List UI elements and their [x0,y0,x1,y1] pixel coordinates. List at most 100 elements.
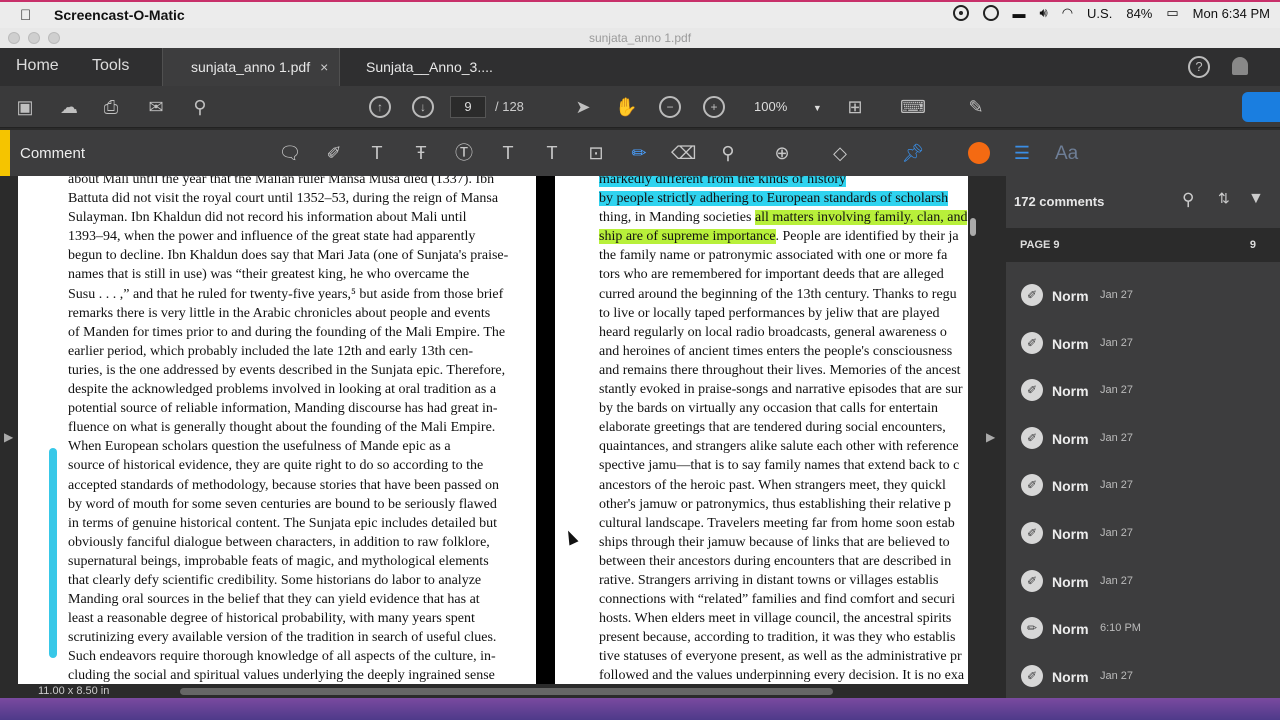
upload-icon[interactable]: ☁ [58,96,80,118]
strikethrough-icon[interactable]: Ŧ [409,142,433,164]
text-line: Manding oral sources in the belief that … [68,592,480,608]
text-line: source of historical evidence, they are … [68,458,484,474]
hand-tool-icon[interactable]: ✋ [615,96,637,118]
scroll-mode-icon[interactable]: ⌨ [900,96,926,118]
highlight-icon: ✐ [1021,569,1043,592]
text-line: names that is still in use) was “their g… [68,267,470,283]
notifications-icon[interactable] [1232,57,1248,75]
highlight-pen-icon[interactable]: ✐ [322,142,346,164]
creative-cloud-icon[interactable] [982,5,999,21]
comment-item[interactable]: ✐ Norm Jan 27 [1006,276,1280,324]
apple-icon[interactable]:  [20,7,42,24]
app-name[interactable]: Screencast-O-Matic [54,7,185,23]
select-pointer-icon[interactable]: ➤ [572,96,594,118]
comment-count: 172 comments [1014,194,1105,209]
volume-icon[interactable]: 🔊︎ [1040,5,1048,21]
highlight-icon: ✐ [1021,284,1043,306]
fit-page-icon[interactable]: ⊞ [844,96,866,118]
text-line: cultural landscape. Travelers meeting fa… [599,515,955,531]
tab-sunjata-anno-3[interactable]: Sunjata__Anno_3.... [340,48,518,86]
right-page-body: the family name or patronymic associated… [599,246,968,684]
highlight-cyan[interactable]: markedly different from the kinds of his… [599,176,847,187]
attach-icon[interactable]: ⊕ [770,142,794,164]
comment-item[interactable]: ✐ Norm Jan 27 [1006,324,1280,372]
comment-date: Jan 27 [1100,289,1134,301]
comment-item[interactable]: ✐ Norm Jan 27 [1006,419,1280,467]
close-tab-icon[interactable]: × [320,59,328,75]
zoom-select[interactable]: 100% ▼ [748,96,828,118]
minimize-window-button[interactable] [28,32,40,44]
highlight-green[interactable]: all matters involving family, clan, and [754,210,968,226]
comment-date: 6:10 PM [1100,622,1141,635]
text-line: and heroines of ancient times enters the… [599,343,953,359]
horizontal-scrollbar[interactable] [180,688,833,695]
insert-text-icon[interactable]: T [496,142,520,164]
document-page-left: about Mali until the year that the Malia… [18,176,536,684]
home-tab[interactable]: Home [16,57,59,75]
zoom-in-icon[interactable]: + [703,96,725,118]
text-line: tors who are remembered for important de… [599,267,944,283]
save-icon[interactable]: ▣ [14,96,36,118]
annotation-marker-bar[interactable] [49,448,57,658]
comment-item[interactable]: ✐ Norm Jan 27 [1006,371,1280,419]
color-picker-swatch[interactable] [968,142,990,164]
page-gutter [536,176,555,684]
comment-item[interactable]: ✐ Norm Jan 27 [1006,562,1280,610]
highlight-cyan[interactable]: by people strictly adhering to European … [599,191,949,207]
battery-icon[interactable]: ▭ [1166,5,1178,21]
zoom-out-icon[interactable]: − [659,96,681,118]
clock[interactable]: Mon 6:34 PM [1193,6,1270,21]
text-line: Susu . . . ,” and that he ruled for twen… [68,286,504,302]
text-box-icon[interactable]: ⊡ [584,142,608,164]
close-window-button[interactable] [8,32,20,44]
print-icon[interactable]: ⎙ [100,96,122,118]
text-line: rative. Strangers arriving in distant to… [599,572,939,588]
record-icon[interactable] [952,5,969,21]
comment-date: Jan 27 [1100,574,1134,587]
pin-icon[interactable]: 📌︎ [901,142,925,164]
help-icon[interactable]: ? [1188,56,1210,78]
text-span: thing, in Manding societies [599,210,755,226]
comment-item[interactable]: ✐ Norm Jan 27 [1006,514,1280,562]
text-line: of Manden for times prior to and during … [68,324,506,340]
tools-tab[interactable]: Tools [92,57,129,75]
zoom-window-button[interactable] [48,32,60,44]
search-icon[interactable]: ⚲ [189,96,211,118]
sort-icon[interactable]: ⇅ [1218,190,1230,207]
search-comments-icon[interactable]: ⚲ [1182,190,1194,210]
text-line: ship are of supreme importance. People a… [599,227,968,246]
email-icon[interactable]: ✉ [145,96,167,118]
eraser-icon[interactable]: ⌫ [671,142,696,164]
battery-percent[interactable]: 84% [1126,6,1152,21]
underline-text-icon[interactable]: T [365,142,389,164]
tab-sunjata-anno-1[interactable]: sunjata_anno 1.pdf × [162,48,340,86]
previous-page-icon[interactable]: ↑ [369,96,391,118]
filter-icon[interactable]: ▼ [1248,190,1264,208]
text-properties-icon[interactable]: Aa [1055,143,1078,165]
highlight-green[interactable]: ship are of supreme importance [599,229,776,245]
expand-right-icon[interactable]: ▶ [986,430,995,444]
text-line: by people strictly adhering to European … [599,189,968,208]
sticky-note-icon[interactable]: 🗨︎ [278,142,302,164]
comment-item[interactable]: ✐ Norm Jan 27 [1006,466,1280,514]
comment-label: Comment [20,145,86,162]
replace-text-icon[interactable]: Ⓣ [452,142,476,164]
next-page-icon[interactable]: ↓ [412,96,434,118]
input-source[interactable]: U.S. [1087,6,1112,21]
vertical-scrollbar[interactable] [970,218,976,236]
sign-icon[interactable]: ✎ [965,96,987,118]
comment-item[interactable]: ✏ Norm 6:10 PM [1006,609,1280,657]
add-text-icon[interactable]: T [540,142,564,164]
page-total: / 128 [495,99,524,114]
expand-left-icon[interactable]: ▶ [4,430,13,444]
line-weight-icon[interactable]: ☰ [1010,142,1034,164]
shapes-icon[interactable]: ◇ [828,142,852,164]
screen-icon[interactable]: ▬ [1013,6,1026,21]
stamp-icon[interactable]: ⚲ [716,142,740,164]
page-group-header[interactable]: PAGE 9 9 [1006,228,1280,262]
pencil-icon[interactable]: ✏ [627,142,651,164]
comment-author: Norm [1052,288,1089,304]
page-number-input[interactable]: 9 [450,96,486,118]
share-button[interactable] [1242,92,1280,122]
wifi-icon[interactable]: ◠ [1062,5,1073,21]
